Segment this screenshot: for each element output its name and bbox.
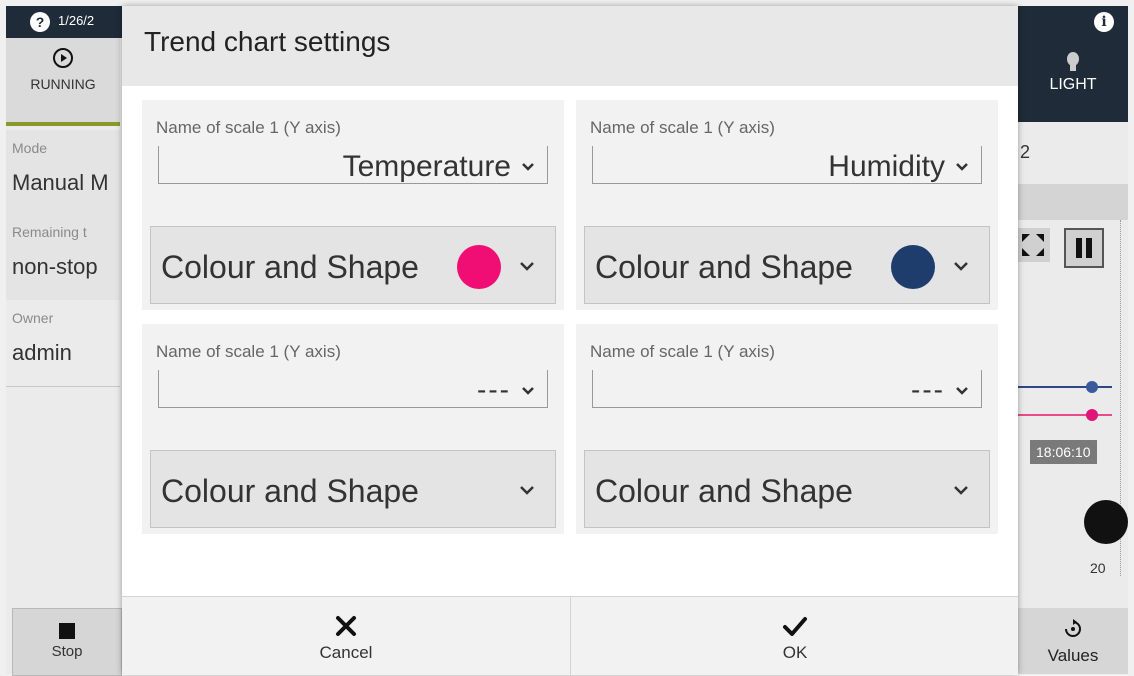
owner-field: Owner admin [6,300,120,387]
chevron-down-icon [520,262,534,271]
mode-field: Mode Manual M [6,130,120,217]
cancel-button[interactable]: Cancel [122,597,571,675]
trend-marker-temperature [1086,409,1098,421]
chart-number: 2 [1020,142,1031,162]
scale-card-3: Name of scale 1 (Y axis) --- Colour and … [142,324,564,534]
check-icon [783,617,807,636]
help-icon[interactable]: ? [30,12,50,32]
trend-chart-settings-dialog: Trend chart settings Name of scale 1 (Y … [122,6,1018,675]
stop-label: Stop [51,643,83,660]
scale-name-value: Humidity [828,150,945,183]
scale-name-select[interactable]: Temperature [158,146,548,184]
colour-shape-select[interactable]: Colour and Shape [150,226,556,304]
dialog-title: Trend chart settings [144,26,391,57]
chevron-down-icon [956,387,968,395]
colour-shape-label: Colour and Shape [161,249,419,285]
scale-name-value: Temperature [342,150,511,183]
colour-shape-select[interactable]: Colour and Shape [584,450,990,528]
scale-name-select[interactable]: Humidity [592,146,982,184]
remaining-field: Remaining t non-stop [6,214,120,301]
mode-value: Manual M [12,170,109,195]
date-label: 1/26/2 [58,13,95,28]
owner-value: admin [12,340,72,365]
values-button[interactable]: Values [1018,608,1128,674]
ok-button[interactable]: OK [571,597,1019,675]
colour-shape-select[interactable]: Colour and Shape [150,450,556,528]
chevron-down-icon [956,163,968,171]
scale-name-value: --- [477,374,511,405]
values-label: Values [1047,646,1099,665]
scale-name-label: Name of scale 1 (Y axis) [590,118,775,137]
info-icon[interactable]: i [1094,12,1114,32]
expand-icon[interactable] [1016,228,1050,262]
colour-swatch [457,245,501,289]
time-label: 18:06:10 [1030,440,1097,464]
dialog-header: Trend chart settings [122,6,1018,86]
scale-card-2: Name of scale 1 (Y axis) Humidity Colour… [576,100,998,310]
stop-icon [59,623,75,639]
trend-marker-humidity [1086,381,1098,393]
scale-card-4: Name of scale 1 (Y axis) --- Colour and … [576,324,998,534]
cancel-label: Cancel [319,643,373,662]
scale-name-select[interactable]: --- [592,370,982,408]
running-icon [53,48,73,68]
light-button[interactable]: LIGHT [1018,38,1128,122]
axis-number: 20 [1090,560,1106,576]
scale-name-label: Name of scale 1 (Y axis) [156,118,341,137]
light-label: LIGHT [1049,76,1097,93]
scale-name-select[interactable]: --- [158,370,548,408]
running-status-button[interactable]: RUNNING [6,38,120,126]
bulb-icon [1067,52,1079,71]
scale-card-1: Name of scale 1 (Y axis) Temperature Col… [142,100,564,310]
colour-shape-select[interactable]: Colour and Shape [584,226,990,304]
colour-shape-label: Colour and Shape [595,473,853,509]
chart-play-button[interactable] [1084,500,1128,544]
left-panel: RUNNING Mode Manual M Remaining t non-st… [6,38,126,674]
chart-header-bar [1016,184,1128,220]
chevron-down-icon [522,387,534,395]
right-panel: LIGHT 2 18:06:10 20 Values [1008,38,1128,674]
scale-name-label: Name of scale 1 (Y axis) [590,342,775,361]
colour-shape-label: Colour and Shape [595,249,853,285]
chevron-down-icon [954,486,968,495]
dialog-footer: Cancel OK [122,596,1018,675]
remaining-value: non-stop [12,254,98,279]
scale-name-label: Name of scale 1 (Y axis) [156,342,341,361]
chevron-down-icon [522,163,534,171]
chevron-down-icon [954,262,968,271]
colour-swatch [891,245,935,289]
running-label: RUNNING [30,76,96,92]
values-icon [1065,619,1081,637]
ok-label: OK [782,643,808,662]
scale-name-value: --- [911,374,945,405]
mode-key: Mode [12,140,48,156]
close-icon [336,616,356,636]
remaining-key: Remaining t [12,224,87,240]
chevron-down-icon [520,486,534,495]
colour-shape-label: Colour and Shape [161,473,419,509]
stop-button[interactable]: Stop [12,608,122,676]
pause-icon[interactable] [1064,228,1104,268]
owner-key: Owner [12,310,54,326]
